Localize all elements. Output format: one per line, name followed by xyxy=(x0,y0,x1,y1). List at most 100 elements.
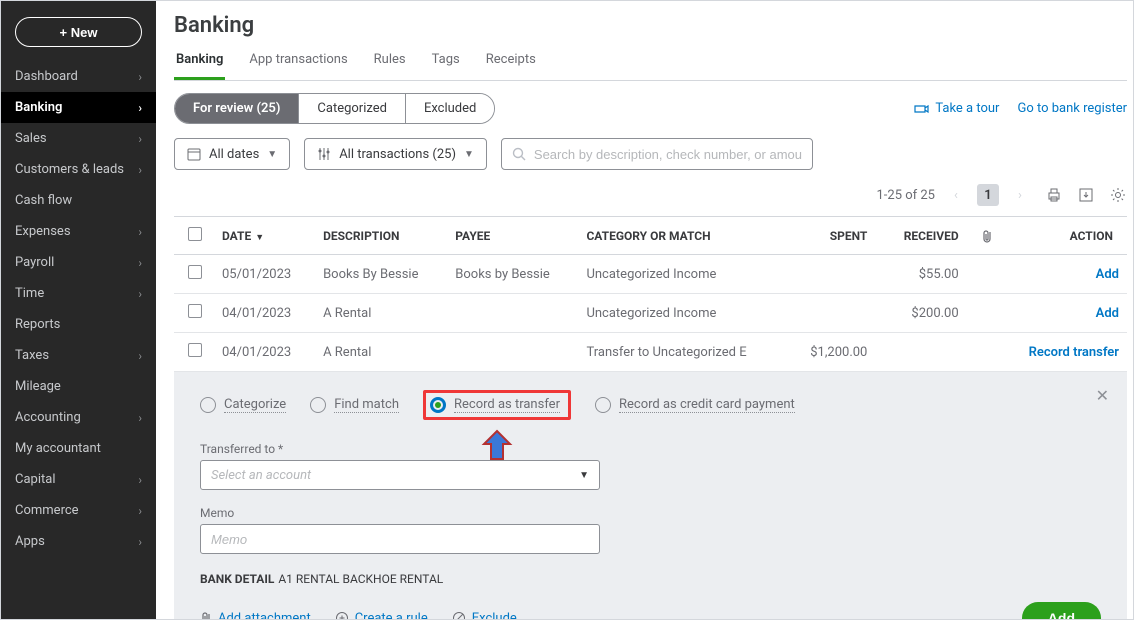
sidebar-item-label: Customers & leads xyxy=(15,162,124,177)
option-record-transfer[interactable]: Record as transfer xyxy=(430,397,560,413)
sidebar-item-dashboard[interactable]: Dashboard› xyxy=(1,61,156,92)
select-all-checkbox[interactable] xyxy=(188,227,202,241)
memo-input[interactable] xyxy=(211,532,589,547)
sidebar-item-apps[interactable]: Apps› xyxy=(1,526,156,557)
radio-icon xyxy=(310,397,326,413)
option-categorize[interactable]: Categorize xyxy=(200,397,286,413)
sidebar-item-banking[interactable]: Banking› xyxy=(1,92,156,123)
sidebar-item-label: Apps xyxy=(15,534,45,549)
status-pill-group: For review (25)CategorizedExcluded xyxy=(174,93,495,124)
table-row[interactable]: 04/01/2023A RentalTransfer to Uncategori… xyxy=(174,333,1127,372)
cell-category: Uncategorized Income xyxy=(578,294,787,333)
sidebar-item-label: Dashboard xyxy=(15,69,78,84)
col-received[interactable]: RECEIVED xyxy=(881,217,972,255)
page-title: Banking xyxy=(174,13,1127,38)
page-number[interactable]: 1 xyxy=(977,184,999,206)
sidebar-item-cash-flow[interactable]: Cash flow xyxy=(1,185,156,216)
sidebar-item-accounting[interactable]: Accounting › xyxy=(1,402,156,433)
create-rule-label: Create a rule xyxy=(355,611,428,620)
pagination: 1-25 of 25 ‹ 1 › xyxy=(876,184,1031,206)
transaction-detail-panel: ✕ Categorize Find match Record as transf… xyxy=(174,372,1127,619)
sidebar-item-customers-leads[interactable]: Customers & leads› xyxy=(1,154,156,185)
sidebar-item-mileage[interactable]: Mileage xyxy=(1,371,156,402)
sort-desc-icon: ▼ xyxy=(255,233,264,243)
create-rule-link[interactable]: Create a rule xyxy=(335,611,428,620)
tab-app-transactions[interactable]: App transactions xyxy=(247,46,349,80)
sidebar-item-my-accountant[interactable]: My accountant xyxy=(1,433,156,464)
caret-down-icon: ▼ xyxy=(579,470,589,481)
sidebar-item-sales[interactable]: Sales› xyxy=(1,123,156,154)
prev-page-button[interactable]: ‹ xyxy=(945,184,967,206)
tab-rules[interactable]: Rules xyxy=(372,46,408,80)
cell-spent xyxy=(787,294,881,333)
sidebar-item-commerce[interactable]: Commerce› xyxy=(1,495,156,526)
row-action-link[interactable]: Add xyxy=(1001,294,1127,333)
cell-category: Uncategorized Income xyxy=(578,255,787,294)
chevron-right-icon: › xyxy=(138,225,142,239)
col-action: ACTION xyxy=(1001,217,1127,255)
chevron-right-icon: › xyxy=(138,132,142,146)
sidebar-item-label: Accounting xyxy=(15,410,81,425)
sidebar-item-payroll[interactable]: Payroll › xyxy=(1,247,156,278)
row-checkbox[interactable] xyxy=(188,265,202,279)
table-row[interactable]: 05/01/2023Books By BessieBooks by Bessie… xyxy=(174,255,1127,294)
date-filter[interactable]: All dates ▼ xyxy=(174,138,290,170)
cell-date: 05/01/2023 xyxy=(214,255,315,294)
cell-attachment xyxy=(973,333,1001,372)
sidebar-item-capital[interactable]: Capital› xyxy=(1,464,156,495)
row-action-link[interactable]: Record transfer xyxy=(1001,333,1127,372)
add-button[interactable]: Add xyxy=(1022,602,1101,619)
exclude-icon xyxy=(452,611,466,619)
chevron-right-icon: › xyxy=(138,256,142,270)
print-icon[interactable] xyxy=(1045,186,1063,204)
transferred-to-select[interactable]: Select an account ▼ xyxy=(200,460,600,490)
sidebar-item-time[interactable]: Time› xyxy=(1,278,156,309)
callout-arrow-icon xyxy=(480,429,514,463)
search-box[interactable] xyxy=(501,138,813,170)
col-date[interactable]: DATE▼ xyxy=(214,217,315,255)
col-category[interactable]: CATEGORY OR MATCH xyxy=(578,217,787,255)
export-icon[interactable] xyxy=(1077,186,1095,204)
option-categorize-label: Categorize xyxy=(224,397,286,413)
cell-payee xyxy=(447,294,578,333)
chevron-right-icon: › xyxy=(138,411,142,425)
col-payee[interactable]: PAYEE xyxy=(447,217,578,255)
take-tour-link[interactable]: Take a tour xyxy=(913,101,999,116)
radio-selected-icon xyxy=(430,397,446,413)
tour-icon xyxy=(913,102,929,116)
cell-description: Books By Bessie xyxy=(315,255,447,294)
new-button[interactable]: + New xyxy=(15,17,142,47)
option-credit-card-payment[interactable]: Record as credit card payment xyxy=(595,397,795,413)
next-page-button[interactable]: › xyxy=(1009,184,1031,206)
sidebar: + New Dashboard›Banking›Sales›Customers … xyxy=(1,1,156,619)
col-spent[interactable]: SPENT xyxy=(787,217,881,255)
option-find-match[interactable]: Find match xyxy=(310,397,399,413)
cell-description: A Rental xyxy=(315,333,447,372)
sidebar-item-reports[interactable]: Reports xyxy=(1,309,156,340)
sidebar-item-expenses[interactable]: Expenses› xyxy=(1,216,156,247)
pill-excluded[interactable]: Excluded xyxy=(406,94,494,123)
col-description[interactable]: DESCRIPTION xyxy=(315,217,447,255)
exclude-link[interactable]: Exclude xyxy=(452,611,517,620)
tab-tags[interactable]: Tags xyxy=(430,46,462,80)
sidebar-item-taxes[interactable]: Taxes› xyxy=(1,340,156,371)
close-icon[interactable]: ✕ xyxy=(1096,386,1109,405)
settings-gear-icon[interactable] xyxy=(1109,186,1127,204)
search-input[interactable] xyxy=(534,139,802,169)
sidebar-item-label: Capital xyxy=(15,472,55,487)
pill-for-review[interactable]: For review (25) xyxy=(175,94,299,123)
sidebar-item-label: Payroll xyxy=(15,255,54,270)
rule-icon xyxy=(335,611,349,619)
table-row[interactable]: 04/01/2023A RentalUncategorized Income$2… xyxy=(174,294,1127,333)
sidebar-item-label: Mileage xyxy=(15,379,61,394)
pill-categorized[interactable]: Categorized xyxy=(299,94,406,123)
tab-receipts[interactable]: Receipts xyxy=(484,46,538,80)
go-to-register-link[interactable]: Go to bank register xyxy=(1017,101,1127,116)
row-checkbox[interactable] xyxy=(188,343,202,357)
row-checkbox[interactable] xyxy=(188,304,202,318)
add-attachment-link[interactable]: Add attachment xyxy=(200,611,311,620)
tab-banking[interactable]: Banking xyxy=(174,46,225,80)
transactions-filter[interactable]: All transactions (25) ▼ xyxy=(304,138,487,170)
row-action-link[interactable]: Add xyxy=(1001,255,1127,294)
chevron-right-icon: › xyxy=(138,349,142,363)
